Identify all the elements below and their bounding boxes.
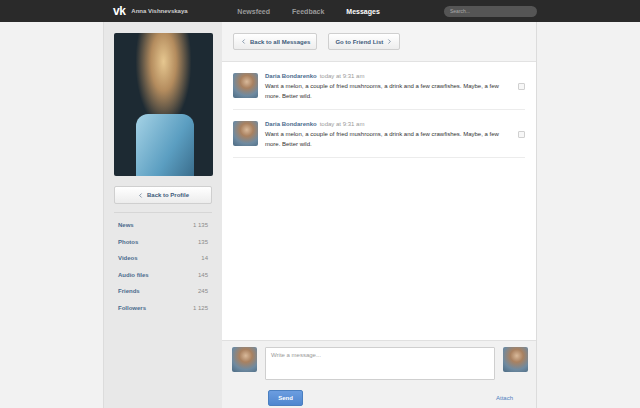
- author-name[interactable]: Daria Bondarenko: [265, 121, 317, 127]
- back-to-messages-button[interactable]: Back to all Messages: [233, 33, 317, 50]
- nav-item[interactable]: Messages: [346, 8, 379, 15]
- stat-count: 1 135: [193, 222, 208, 228]
- profile-photo: [114, 33, 213, 176]
- message-text: Want a melon, a couple of fried mushroom…: [265, 81, 511, 101]
- sidebar: Back to Profile News 1 135 Photos 135 Videos 1…: [103, 22, 222, 408]
- message: Daria Bondarenkotoday at 9:31 am Want a m…: [233, 62, 525, 110]
- user-name[interactable]: Anna Vishnevskaya: [131, 8, 237, 14]
- message-checkbox[interactable]: [518, 83, 525, 90]
- page: vk Anna VishnevskayaNewsfeed Feedback Messa…: [0, 0, 640, 408]
- stat-count: 1 125: [193, 305, 208, 311]
- top-bar-inner: vk Anna VishnevskayaNewsfeed Feedback Messa…: [103, 0, 537, 22]
- message-checkbox[interactable]: [518, 131, 525, 138]
- back-to-profile-button[interactable]: Back to Profile: [114, 186, 212, 204]
- stat-row[interactable]: Followers 1 125: [114, 300, 212, 317]
- stat-count: 14: [201, 255, 208, 261]
- stat-row[interactable]: Videos 14: [114, 250, 212, 267]
- author-avatar[interactable]: [233, 73, 258, 98]
- stat-label: Followers: [118, 305, 146, 311]
- message-time: today at 9:31 am: [320, 121, 365, 127]
- recipient-avatar[interactable]: [503, 347, 528, 372]
- attach-link[interactable]: Attach: [496, 395, 513, 401]
- message-body: Daria Bondarenkotoday at 9:31 am Want a m…: [265, 121, 511, 149]
- stat-row[interactable]: Photos 135: [114, 234, 212, 251]
- stat-row[interactable]: Friends 245: [114, 283, 212, 300]
- nav: Newsfeed Feedback Messages: [237, 8, 444, 15]
- compose: Send Attach: [222, 340, 536, 408]
- message-time: today at 9:31 am: [320, 73, 365, 79]
- stat-label: Videos: [118, 255, 138, 261]
- chevron-left-icon: [240, 38, 247, 45]
- nav-item[interactable]: Feedback: [292, 8, 324, 15]
- photo-detail: [136, 114, 194, 176]
- toolbar: Back to all Messages Go to Friend List: [222, 22, 536, 62]
- message-body: Daria Bondarenkotoday at 9:31 am Want a m…: [265, 73, 511, 101]
- author-name[interactable]: Daria Bondarenko: [265, 73, 317, 79]
- nav-item[interactable]: Newsfeed: [237, 8, 270, 15]
- main: Back to Profile News 1 135 Photos 135 Videos 1…: [0, 22, 640, 408]
- author-avatar[interactable]: [233, 121, 258, 146]
- stat-row[interactable]: News 1 135: [114, 217, 212, 234]
- stat-row[interactable]: Audio files 145: [114, 267, 212, 284]
- message-head: Daria Bondarenkotoday at 9:31 am: [265, 121, 511, 127]
- search-field[interactable]: [444, 6, 537, 17]
- stat-label: News: [118, 222, 134, 228]
- stat-count: 145: [198, 272, 208, 278]
- stat-label: Friends: [118, 288, 140, 294]
- message: Daria Bondarenkotoday at 9:31 am Want a m…: [233, 110, 525, 158]
- chevron-left-icon: [137, 192, 144, 199]
- own-avatar: [232, 347, 257, 372]
- send-button[interactable]: Send: [268, 390, 303, 406]
- message-text: Want a melon, a couple of fried mushroom…: [265, 129, 511, 149]
- message-head: Daria Bondarenkotoday at 9:31 am: [265, 73, 511, 79]
- logo[interactable]: vk: [113, 4, 125, 18]
- stat-list: News 1 135 Photos 135 Videos 14 Audio files 145…: [114, 212, 212, 316]
- stat-label: Audio files: [118, 272, 149, 278]
- friend-list-button[interactable]: Go to Friend List: [328, 33, 400, 50]
- compose-actions: SendAttach: [265, 388, 495, 408]
- messages-panel: Back to all Messages Go to Friend List Dar…: [222, 22, 537, 408]
- stat-count: 135: [198, 239, 208, 245]
- stat-count: 245: [198, 288, 208, 294]
- chevron-right-icon: [386, 38, 393, 45]
- message-field[interactable]: [265, 347, 495, 380]
- message-list: Daria Bondarenkotoday at 9:31 amWant a m…: [222, 62, 536, 340]
- stat-label: Photos: [118, 239, 138, 245]
- top-bar: vk Anna VishnevskayaNewsfeed Feedback Messa…: [0, 0, 640, 22]
